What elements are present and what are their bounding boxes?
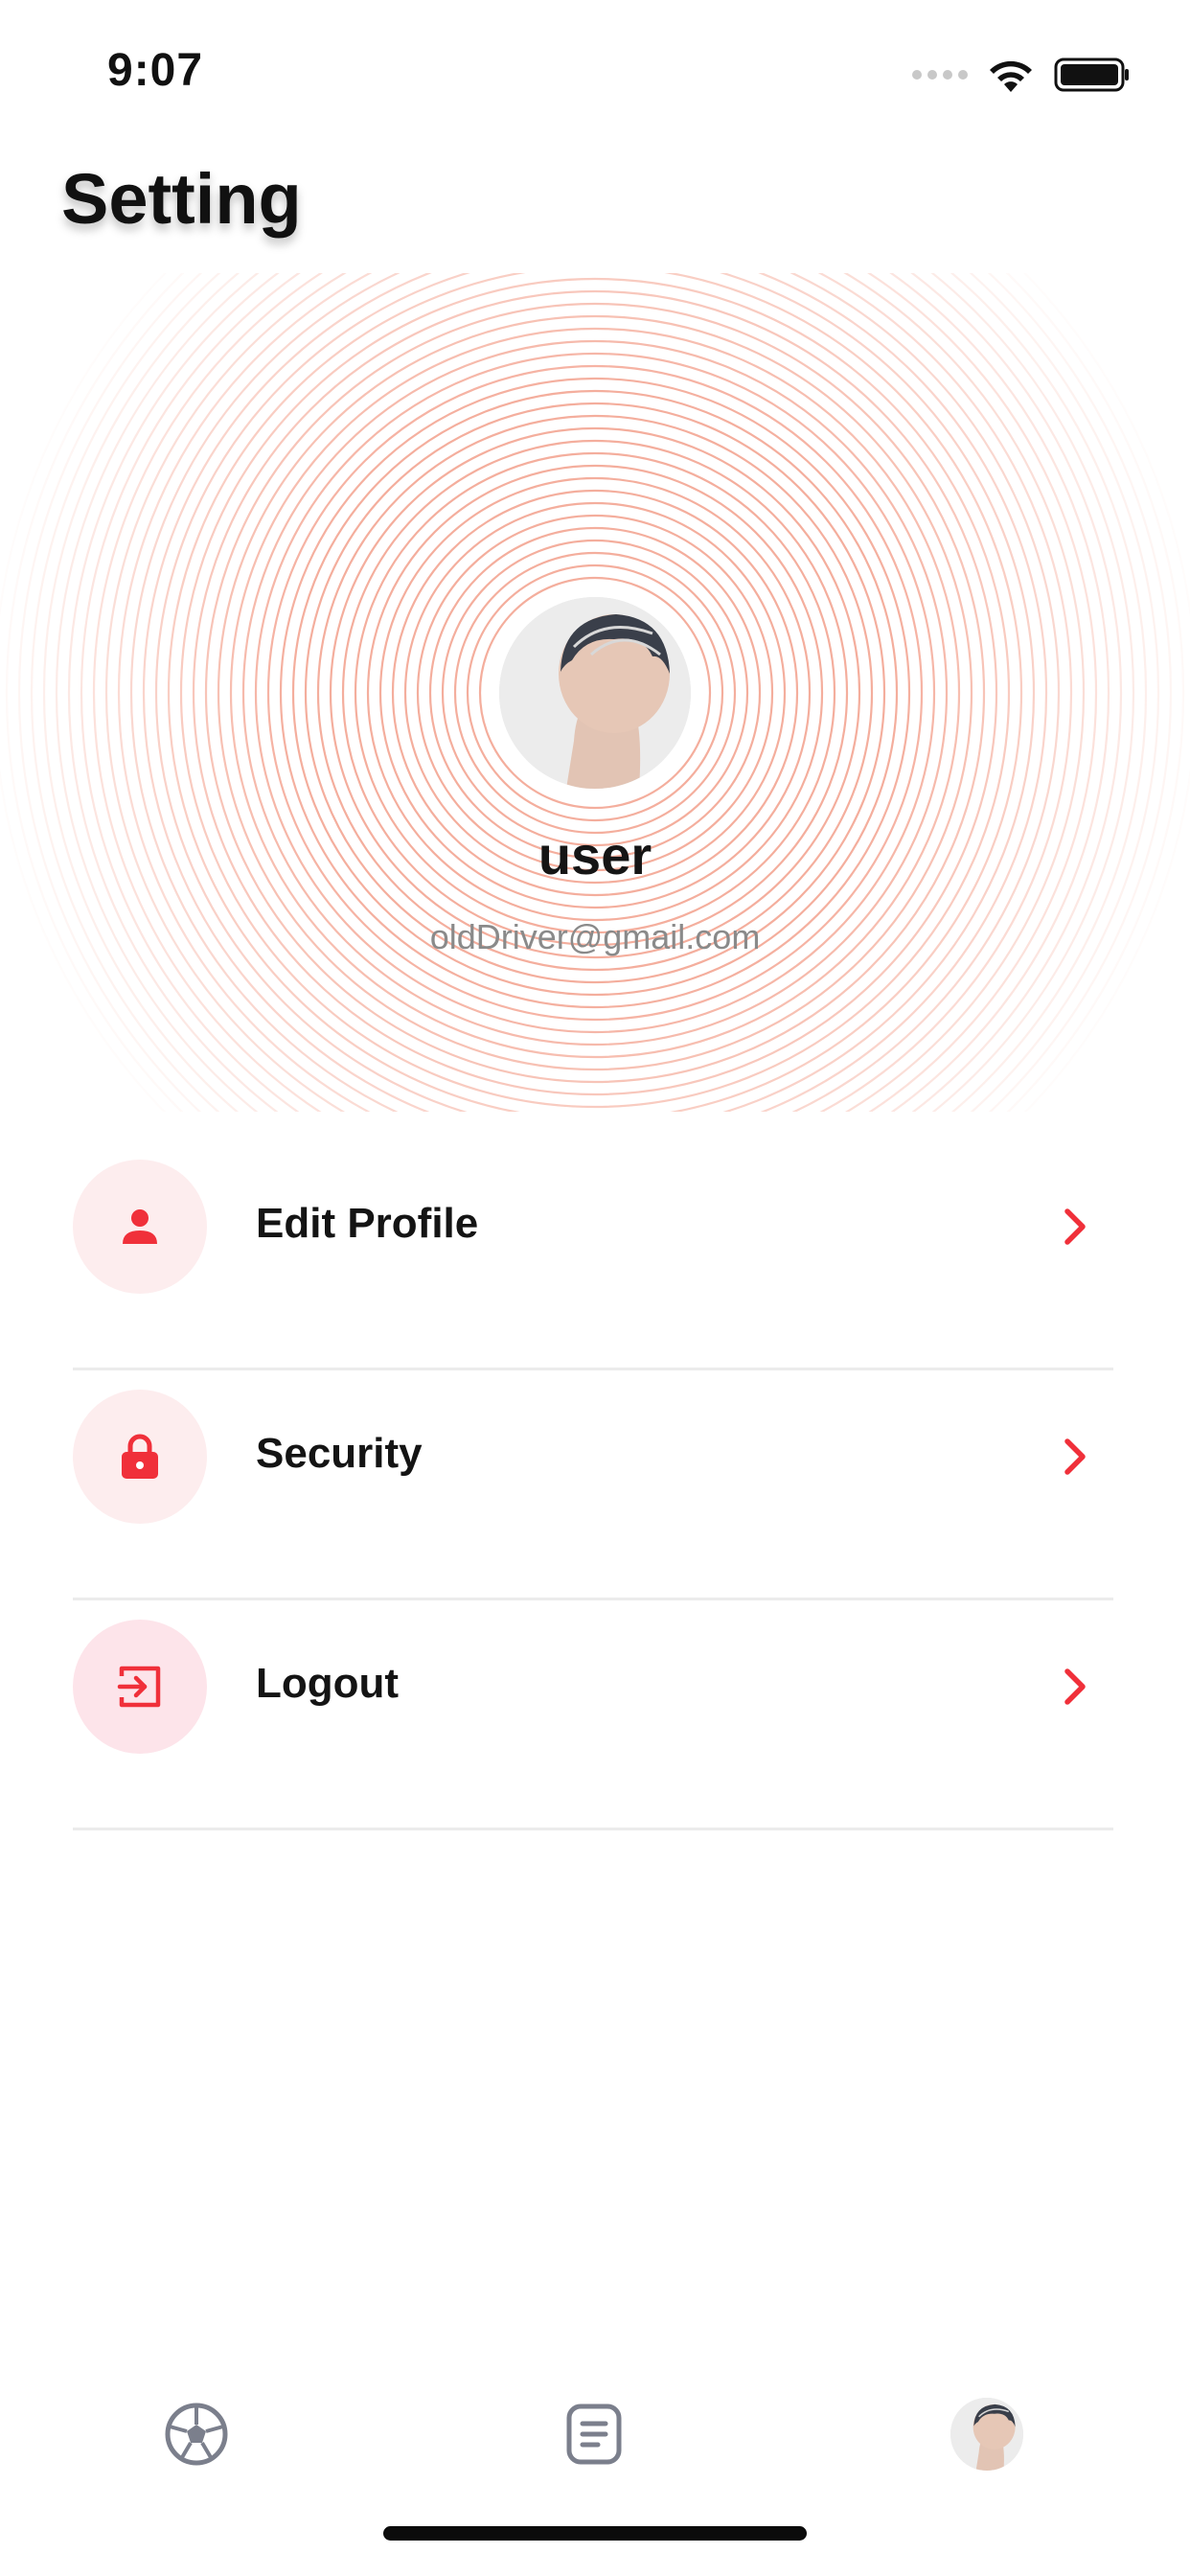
- cellular-signal-icon: [912, 70, 968, 80]
- menu-label-logout: Logout: [256, 1660, 400, 1707]
- tab-news[interactable]: [556, 2396, 632, 2472]
- menu-item-logout[interactable]: Logout: [73, 1600, 1113, 1830]
- chevron-right-icon: [1064, 1438, 1086, 1475]
- tab-bar: [0, 2396, 1190, 2492]
- edit-profile-icon-circle: [73, 1160, 207, 1294]
- profile-header: user oldDriver@gmail.com: [0, 273, 1190, 1112]
- home-indicator: [383, 2526, 807, 2541]
- status-icons: [912, 56, 1131, 94]
- menu-label-security: Security: [256, 1430, 423, 1477]
- avatar-icon: [950, 2398, 1023, 2471]
- soccer-ball-icon: [165, 2403, 228, 2466]
- chevron-right-icon: [1064, 1208, 1086, 1245]
- wifi-icon: [990, 60, 1032, 92]
- settings-menu: Edit Profile Security Logout: [73, 1140, 1113, 1830]
- logout-icon-circle: [73, 1620, 207, 1754]
- menu-item-edit-profile[interactable]: Edit Profile: [73, 1140, 1113, 1370]
- tab-profile[interactable]: [949, 2396, 1025, 2472]
- tab-matches[interactable]: [158, 2396, 235, 2472]
- chevron-right-icon: [1064, 1668, 1086, 1705]
- profile-photo: [499, 597, 691, 789]
- battery-icon: [1054, 58, 1129, 92]
- logout-icon: [117, 1666, 161, 1708]
- page-title: Setting: [61, 159, 302, 239]
- menu-label-edit-profile: Edit Profile: [256, 1200, 479, 1247]
- status-time: 9:07: [107, 45, 204, 96]
- document-icon: [566, 2404, 622, 2465]
- menu-item-security[interactable]: Security: [73, 1370, 1113, 1600]
- lock-icon: [122, 1434, 158, 1479]
- user-name: user: [538, 825, 652, 886]
- status-bar: 9:07: [0, 0, 1190, 144]
- user-email: oldDriver@gmail.com: [429, 917, 761, 956]
- person-icon: [123, 1209, 157, 1244]
- profile-avatar[interactable]: [499, 597, 691, 789]
- security-icon-circle: [73, 1390, 207, 1524]
